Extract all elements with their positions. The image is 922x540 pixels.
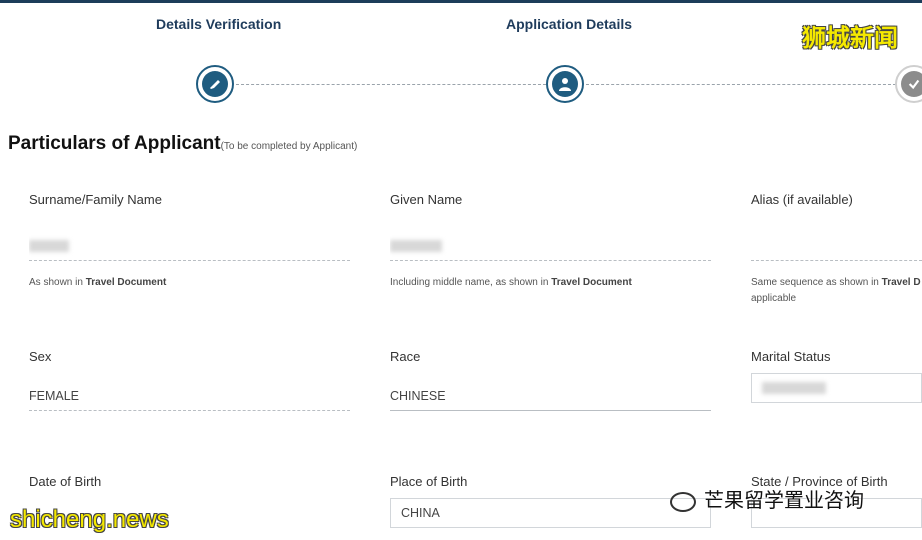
marital-status-label: Marital Status [751,349,831,364]
step-connector-1 [236,84,546,85]
given-name-label: Given Name [390,192,463,207]
surname-hint: As shown in Travel Document [29,275,166,291]
wechat-icon [670,491,696,512]
verified-badge-icon [901,71,922,97]
sex-label: Sex [29,349,52,364]
top-bar [0,0,922,6]
step-connector-2 [586,84,896,85]
section-subtitle: (To be completed by Applicant) [220,141,358,152]
watermark-top-right: 狮城新闻 [802,25,898,52]
redacted-value [29,239,69,252]
step-title-application-details: Application Details [506,16,633,32]
sex-select[interactable]: FEMALE [29,381,350,411]
dob-label: Date of Birth [29,474,102,489]
watermark-bottom-right-text: 芒果留学置业咨询 [704,490,864,512]
race-select[interactable]: CHINESE [390,381,711,411]
place-of-birth-label: Place of Birth [390,474,468,489]
section-title-text: Particulars of Applicant [8,133,221,154]
alias-hint-text: Same sequence as shown in [751,277,882,288]
step-3-circle[interactable] [895,65,922,103]
step-1-circle[interactable] [196,65,234,103]
surname-hint-text: As shown in [29,277,86,288]
section-title: Particulars of Applicant(To be completed… [8,133,357,155]
user-icon [552,71,578,97]
redacted-value [762,382,826,394]
given-name-hint-bold: Travel Document [551,277,632,288]
surname-label: Surname/Family Name [29,192,162,207]
alias-input[interactable] [751,231,922,261]
given-name-hint-text: Including middle name, as shown in [390,277,552,288]
surname-hint-bold: Travel Document [85,277,167,288]
place-of-birth-select[interactable]: CHINA [390,498,711,528]
race-label: Race [390,349,421,364]
alias-label: Alias (if available) [751,192,853,207]
given-name-input[interactable] [390,231,711,261]
watermark-bottom-left: shicheng.news [10,506,169,533]
redacted-value [390,239,442,252]
alias-hint-suffix: applicable [751,293,797,304]
watermark-bottom-right: 芒果留学置业咨询 [670,484,864,513]
verified-badge-icon [202,71,228,97]
step-2-circle[interactable] [546,65,584,103]
alias-hint: Same sequence as shown in Travel D applic… [751,275,922,307]
step-title-details-verification: Details Verification [156,16,282,32]
alias-hint-bold: Travel D [881,277,921,288]
surname-input[interactable] [29,231,350,261]
marital-status-select[interactable] [751,373,922,403]
given-name-hint: Including middle name, as shown in Trave… [390,275,632,291]
